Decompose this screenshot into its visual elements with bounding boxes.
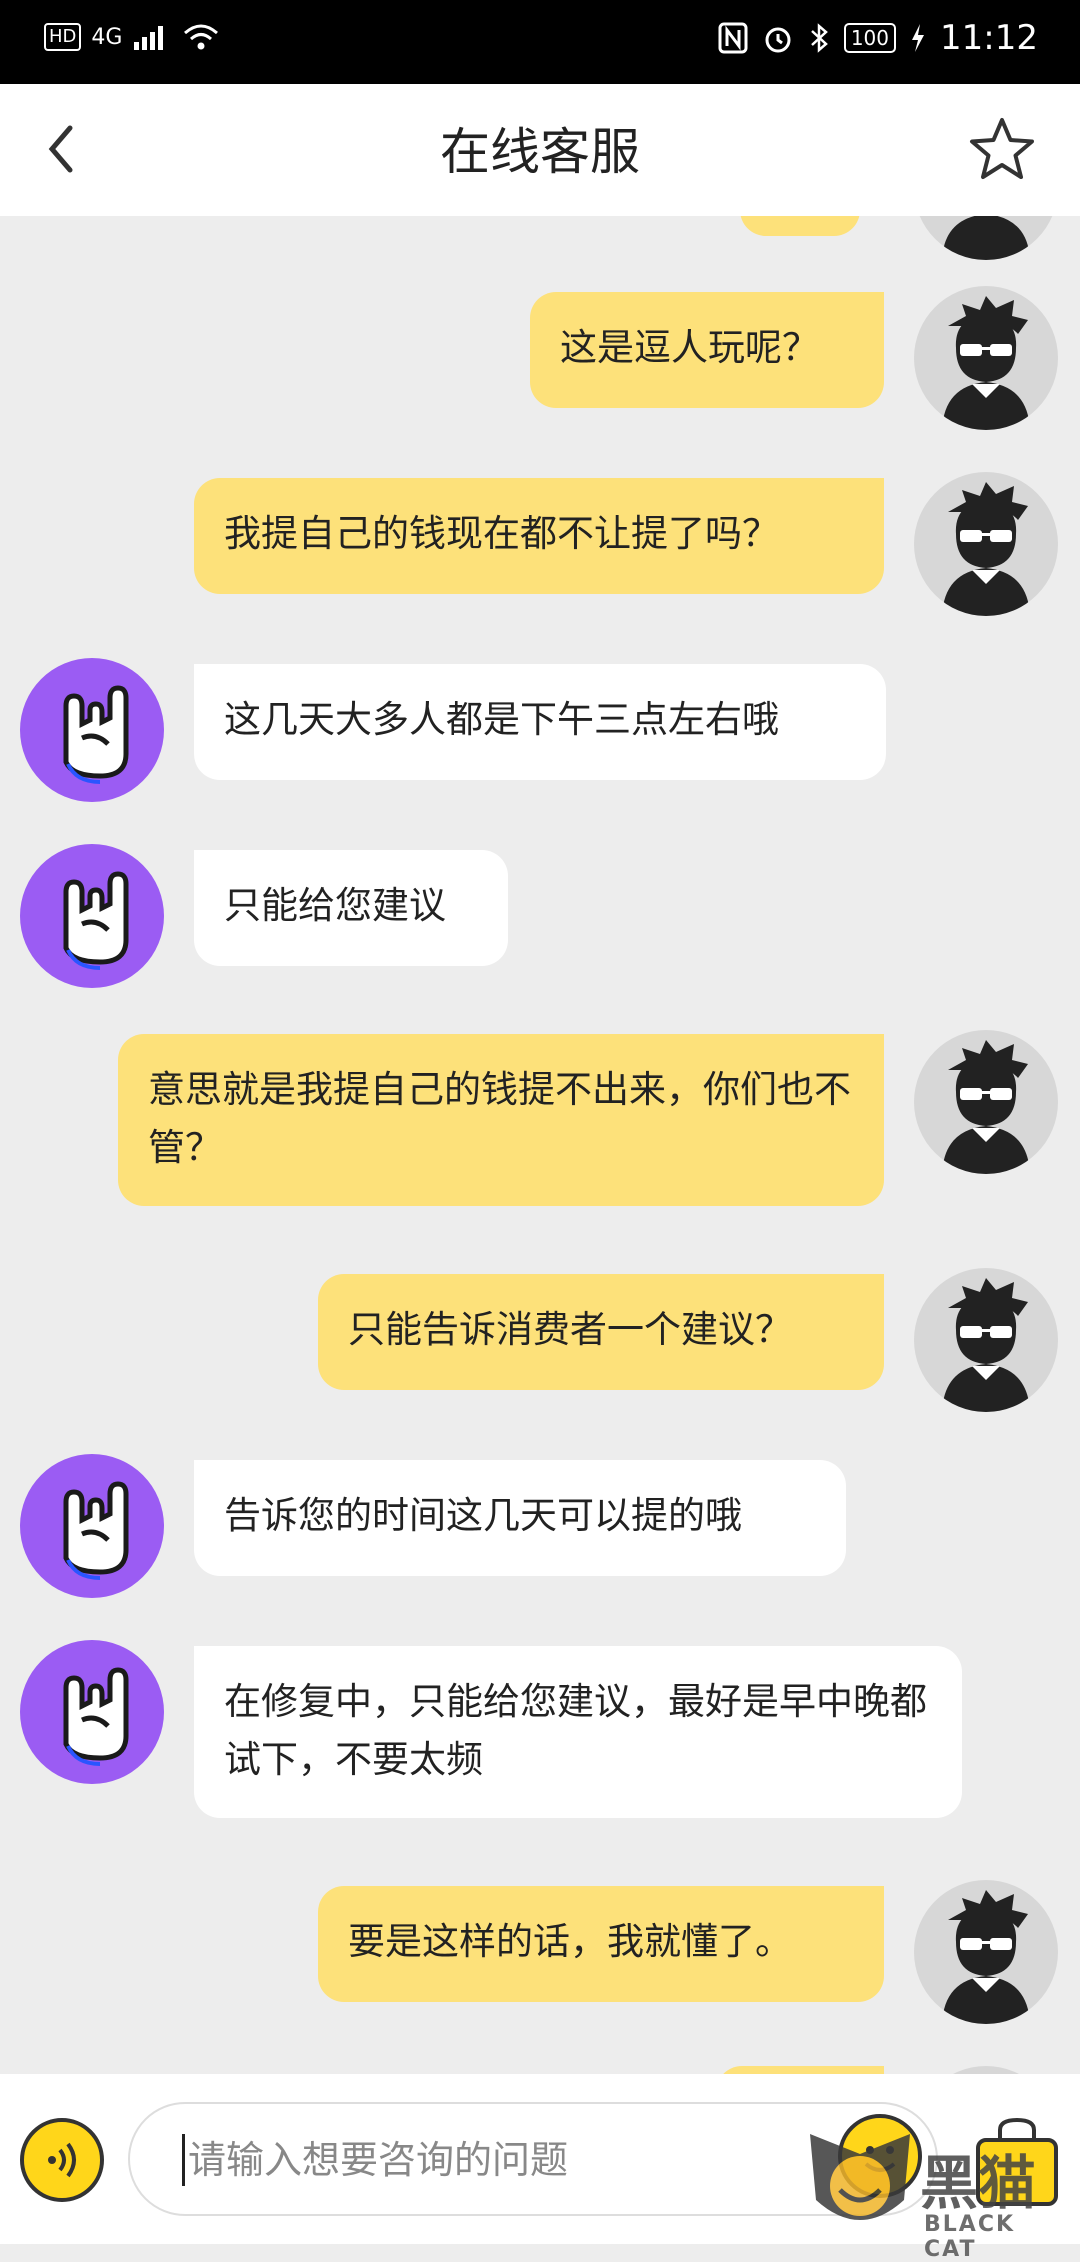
nfc-icon bbox=[718, 22, 748, 54]
network-label: 4G bbox=[91, 24, 123, 50]
watermark: 黑猫 BLACK CAT bbox=[800, 2130, 1070, 2262]
avatar bbox=[914, 286, 1058, 430]
clock: 11:12 bbox=[940, 18, 1038, 58]
rock-hand-icon bbox=[63, 685, 129, 784]
user-avatar-icon bbox=[942, 1278, 1030, 1412]
avatar bbox=[914, 472, 1058, 616]
user-message: 要是这样的话，我就懂了。 bbox=[318, 1886, 884, 2002]
star-icon bbox=[970, 118, 1034, 179]
avatar bbox=[914, 1030, 1058, 1174]
user-avatar-icon bbox=[942, 216, 1030, 260]
rock-hand-icon bbox=[63, 871, 129, 970]
black-cat-logo-icon bbox=[810, 2134, 910, 2220]
alarm-icon bbox=[765, 27, 791, 53]
user-avatar-icon bbox=[942, 482, 1030, 616]
charging-icon bbox=[912, 24, 925, 52]
rock-hand-icon bbox=[63, 1667, 129, 1766]
wifi-icon bbox=[184, 24, 219, 50]
status-right: 100 11:12 bbox=[718, 18, 1038, 58]
status-left: HD 4G bbox=[44, 22, 220, 52]
avatar bbox=[914, 1880, 1058, 2024]
watermark-cn: 黑猫 bbox=[920, 2149, 1037, 2217]
user-message: 这是逗人玩呢？ bbox=[530, 292, 884, 408]
agent-message: 只能给您建议 bbox=[194, 850, 508, 966]
watermark-en: BLACK CAT bbox=[924, 2212, 1016, 2262]
avatar bbox=[20, 658, 164, 802]
hd-badge: HD bbox=[44, 23, 82, 51]
input-placeholder: 请输入想要咨询的问题 bbox=[188, 2138, 569, 2182]
page-title: 在线客服 bbox=[440, 123, 640, 181]
avatar bbox=[914, 216, 1058, 260]
voice-icon bbox=[48, 2142, 76, 2178]
bluetooth-icon bbox=[810, 23, 828, 53]
user-avatar-icon bbox=[942, 1890, 1030, 2024]
partial-bubble bbox=[716, 2066, 884, 2074]
user-message: 我提自己的钱现在都不让提了吗？ bbox=[194, 478, 884, 594]
user-avatar-icon bbox=[942, 1040, 1030, 1174]
favorite-button[interactable] bbox=[966, 114, 1038, 186]
signal-icon bbox=[134, 26, 164, 50]
chat-messages[interactable]: 这是逗人玩呢？ 我提自己的钱现在都不让提了吗？ 这几天大多人都是下午三点左右哦 … bbox=[0, 216, 1080, 2074]
agent-message: 告诉您的时间这几天可以提的哦 bbox=[194, 1460, 846, 1576]
avatar bbox=[914, 1268, 1058, 1412]
user-avatar-icon bbox=[942, 296, 1030, 430]
avatar bbox=[914, 2066, 1058, 2074]
agent-message: 这几天大多人都是下午三点左右哦 bbox=[194, 664, 886, 780]
user-message: 意思就是我提自己的钱提不出来，你们也不管？ bbox=[118, 1034, 884, 1206]
text-cursor bbox=[182, 2134, 185, 2186]
voice-button[interactable] bbox=[20, 2118, 104, 2202]
agent-message: 在修复中，只能给您建议，最好是早中晚都试下，不要太频 bbox=[194, 1646, 962, 1818]
battery-indicator: 100 bbox=[843, 23, 897, 53]
partial-bubble bbox=[740, 216, 860, 236]
app-header: 在线客服 bbox=[0, 84, 1080, 216]
avatar bbox=[20, 844, 164, 988]
avatar bbox=[20, 1454, 164, 1598]
rock-hand-icon bbox=[63, 1481, 129, 1580]
user-message: 只能告诉消费者一个建议？ bbox=[318, 1274, 884, 1390]
status-bar: HD 4G 100 11:12 bbox=[0, 0, 1080, 84]
avatar bbox=[20, 1640, 164, 1784]
